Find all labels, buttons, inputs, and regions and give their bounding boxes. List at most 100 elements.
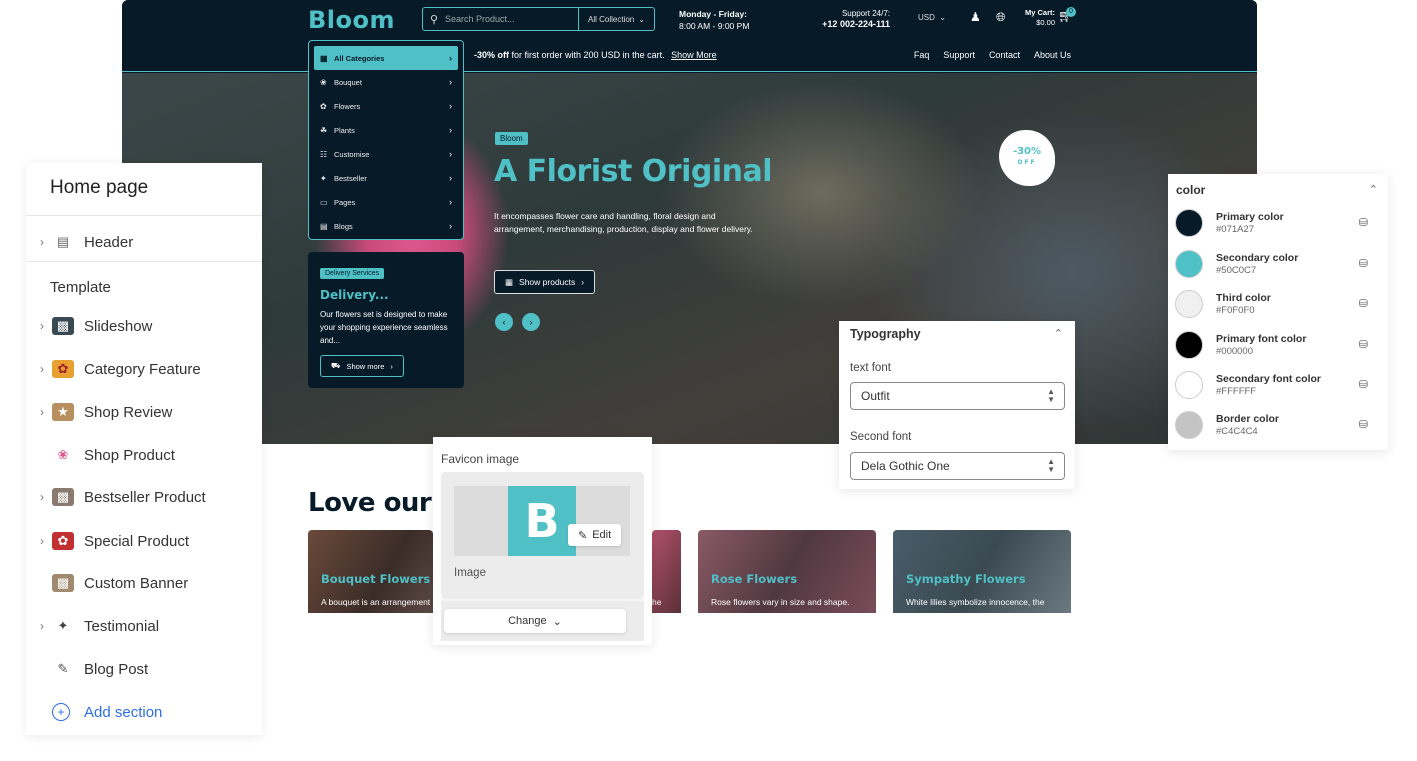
color-row[interactable]: Border color #C4C4C4 ⛁	[1175, 410, 1381, 440]
sidebar-item-category-feature[interactable]: › ✿ Category Feature	[26, 354, 262, 384]
show-more-button[interactable]: ⛟ Show more ›	[320, 355, 404, 377]
color-swatch[interactable]	[1175, 250, 1203, 278]
star-icon: ✦	[320, 173, 327, 183]
typography-panel: Typography ⌃ text font Outfit ▲ ▼ Second …	[839, 321, 1075, 489]
sidebar-item-custom-banner[interactable]: ▩ Custom Banner	[26, 568, 262, 598]
favicon-logo: B	[508, 486, 576, 556]
color-swatch[interactable]	[1175, 209, 1203, 237]
sidebar-item-label: Custom Banner	[84, 574, 189, 592]
chevron-right-icon: ›	[449, 125, 452, 135]
chevron-right-icon[interactable]: ›	[26, 534, 52, 548]
second-font-select[interactable]: Dela Gothic One ▲ ▼	[850, 452, 1065, 480]
category-bouquet[interactable]: ❀ Bouquet ›	[314, 70, 458, 94]
delivery-badge: Delivery Services	[320, 268, 385, 279]
show-products-label: Show products	[519, 277, 576, 287]
chevron-down-icon: ⌄	[638, 14, 645, 24]
category-customise[interactable]: ☷ Customise ›	[314, 142, 458, 166]
search-bar[interactable]: ⚲ Search Product... All Collection ⌄	[422, 7, 655, 31]
color-row[interactable]: Third color #F0F0F0 ⛁	[1175, 289, 1381, 319]
promo-text: for first order with 200 USD in the cart…	[511, 50, 665, 60]
database-icon[interactable]: ⛁	[1359, 378, 1368, 391]
globe-icon[interactable]: 🌐︎	[996, 10, 1006, 25]
category-feature-icon: ✿	[52, 360, 74, 378]
show-products-button[interactable]: ▦ Show products ›	[494, 270, 596, 294]
color-row[interactable]: Secondary font color #FFFFFF ⛁	[1175, 370, 1381, 400]
category-pages[interactable]: ▭ Pages ›	[314, 190, 458, 214]
sidebar-item-shop-product[interactable]: ❀ Shop Product	[26, 440, 262, 470]
edit-label: Edit	[592, 529, 612, 541]
currency-select[interactable]: USD ⌄	[918, 13, 946, 22]
category-plants[interactable]: ☘ Plants ›	[314, 118, 458, 142]
category-label: All Categories	[334, 53, 385, 63]
color-swatch[interactable]	[1175, 371, 1203, 399]
text-font-select[interactable]: Outfit ▲ ▼	[850, 382, 1065, 410]
search-input[interactable]: Search Product...	[445, 14, 578, 24]
hero-title: A Florist Original	[494, 154, 773, 189]
opening-hours: Monday - Friday: 8:00 AM - 9:00 PM	[679, 8, 749, 32]
category-all[interactable]: ▦ All Categories ›	[314, 46, 458, 70]
color-swatch[interactable]	[1175, 411, 1203, 439]
color-swatch[interactable]	[1175, 331, 1203, 359]
chevron-down-icon: ⌄	[552, 615, 562, 628]
nav-support[interactable]: Support	[943, 50, 975, 60]
sidebar-item-testimonial[interactable]: › ✦ Testimonial	[26, 611, 262, 641]
sidebar-item-bestseller-product[interactable]: › ▩ Bestseller Product	[26, 482, 262, 512]
collection-select[interactable]: All Collection ⌄	[578, 8, 654, 30]
nav-about-us[interactable]: About Us	[1034, 50, 1071, 60]
sidebar-item-blog-post[interactable]: ✎ Blog Post	[26, 654, 262, 684]
chevron-right-icon[interactable]: ›	[26, 319, 52, 333]
product-title: Rose Flowers	[711, 572, 798, 586]
nav-contact[interactable]: Contact	[989, 50, 1020, 60]
category-blogs[interactable]: ▤ Blogs ›	[314, 214, 458, 238]
search-icon: ⚲	[429, 13, 439, 26]
change-button[interactable]: Change ⌄	[444, 609, 626, 633]
sidebar-item-header[interactable]: › ▤ Header	[26, 227, 262, 257]
change-label: Change	[508, 615, 547, 627]
promo-link[interactable]: Show More	[671, 50, 717, 60]
user-icon[interactable]: ♟	[970, 10, 981, 24]
database-icon[interactable]: ⛁	[1359, 297, 1368, 310]
slide-prev-button[interactable]: ‹	[495, 313, 513, 331]
product-title: Sympathy Flowers	[906, 572, 1026, 586]
currency-label: USD	[918, 13, 935, 22]
chevron-up-icon[interactable]: ⌃	[1369, 183, 1378, 196]
database-icon[interactable]: ⛁	[1359, 216, 1368, 229]
store-logo[interactable]: Bloom	[308, 6, 395, 34]
sidebar-item-shop-review[interactable]: › ★ Shop Review	[26, 397, 262, 427]
chevron-right-icon[interactable]: ›	[26, 490, 52, 504]
color-row[interactable]: Secondary color #50C0C7 ⛁	[1175, 249, 1381, 279]
product-card-rose[interactable]: Rose Flowers Rose flowers vary in size a…	[698, 530, 876, 613]
product-card-2[interactable]: he	[652, 530, 681, 613]
category-label: Bouquet	[334, 77, 362, 87]
database-icon[interactable]: ⛁	[1359, 338, 1368, 351]
hours-time: 8:00 AM - 9:00 PM	[679, 21, 750, 31]
add-section-button[interactable]: + Add section	[26, 697, 262, 727]
category-label: Customise	[334, 149, 370, 159]
color-row[interactable]: Primary font color #000000 ⛁	[1175, 330, 1381, 360]
category-bestseller[interactable]: ✦ Bestseller ›	[314, 166, 458, 190]
edit-button[interactable]: ✎ Edit	[568, 524, 622, 546]
select-arrows-icon: ▲ ▼	[1047, 457, 1055, 474]
database-icon[interactable]: ⛁	[1359, 257, 1368, 270]
product-card-bouquet[interactable]: Bouquet Flowers A bouquet is an arrangem…	[308, 530, 433, 613]
chevron-right-icon: ›	[449, 197, 452, 207]
sidebar-item-special-product[interactable]: › ✿ Special Product	[26, 526, 262, 556]
color-row[interactable]: Primary color #071A27 ⛁	[1175, 208, 1381, 238]
slide-next-button[interactable]: ›	[522, 313, 540, 331]
chevron-right-icon[interactable]: ›	[26, 619, 52, 633]
color-title: color	[1176, 183, 1206, 197]
nav-faq[interactable]: Faq	[914, 50, 930, 60]
chevron-right-icon[interactable]: ›	[26, 235, 52, 249]
database-icon[interactable]: ⛁	[1359, 418, 1368, 431]
product-desc: he	[652, 597, 662, 607]
chevron-up-icon[interactable]: ⌃	[1054, 327, 1063, 340]
grid-icon: ▦	[505, 276, 514, 287]
product-card-sympathy[interactable]: Sympathy Flowers White lilies symbolize …	[893, 530, 1071, 613]
cart-summary[interactable]: My Cart: $0.00	[1019, 8, 1055, 28]
category-flowers[interactable]: ✿ Flowers ›	[314, 94, 458, 118]
color-panel: color ⌃ Primary color #071A27 ⛁ Secondary c…	[1168, 174, 1388, 450]
sidebar-item-slideshow[interactable]: › ▩ Slideshow	[26, 311, 262, 341]
color-swatch[interactable]	[1175, 290, 1203, 318]
chevron-right-icon[interactable]: ›	[26, 362, 52, 376]
chevron-right-icon[interactable]: ›	[26, 405, 52, 419]
